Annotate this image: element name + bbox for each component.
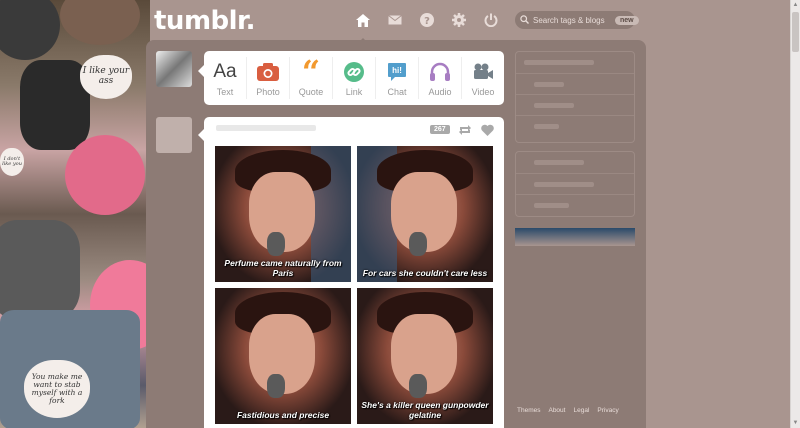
video-camera-icon bbox=[472, 60, 494, 84]
explore-menu-item[interactable] bbox=[516, 173, 634, 194]
svg-text:hi!: hi! bbox=[392, 66, 402, 75]
search-icon bbox=[520, 11, 529, 29]
blog-menu-header[interactable] bbox=[516, 52, 634, 73]
collage-photo bbox=[0, 220, 80, 320]
tumblr-logo[interactable]: tumblr. bbox=[154, 6, 256, 36]
footer-link-about[interactable]: About bbox=[548, 407, 565, 414]
post-type-link[interactable]: Link bbox=[333, 57, 376, 99]
dashboard-icon[interactable] bbox=[353, 10, 373, 30]
explore-menu-item[interactable] bbox=[516, 152, 634, 173]
microphone bbox=[409, 232, 427, 256]
footer-links: Themes About Legal Privacy bbox=[517, 407, 619, 414]
gif-caption: She's a killer queen gunpowder gelatine bbox=[361, 400, 489, 420]
radar-widget[interactable] bbox=[515, 228, 635, 246]
blog-menu-item[interactable] bbox=[516, 73, 634, 94]
blog-menu bbox=[515, 51, 635, 143]
camera-icon bbox=[257, 60, 279, 84]
microphone bbox=[267, 374, 285, 398]
collage-heart-note: I don't like you bbox=[0, 148, 24, 176]
post-type-bar: Aa Text Photo “ Quote Link hi! Chat Audi… bbox=[198, 51, 504, 105]
explore-menu-item[interactable] bbox=[516, 194, 634, 215]
help-icon[interactable]: ? bbox=[417, 10, 437, 30]
text-icon: Aa bbox=[213, 60, 237, 82]
notes-count[interactable]: 267 bbox=[430, 125, 450, 134]
dashboard-post: 267 Perfume came naturally from Paris Fo… bbox=[198, 117, 504, 428]
compose-tail bbox=[198, 65, 204, 77]
page-scrollbar[interactable]: ▲ ▼ bbox=[790, 0, 800, 428]
reblog-icon[interactable] bbox=[458, 123, 472, 141]
footer-link-privacy[interactable]: Privacy bbox=[597, 407, 618, 414]
gif-caption: For cars she couldn't care less bbox=[362, 267, 488, 278]
post-type-label: Photo bbox=[256, 86, 280, 97]
post-type-label: Video bbox=[471, 86, 495, 97]
gifset-image[interactable]: Fastidious and precise bbox=[215, 288, 351, 424]
settings-icon[interactable] bbox=[449, 10, 469, 30]
gifset-image[interactable]: For cars she couldn't care less bbox=[357, 146, 493, 282]
gif-caption: Perfume came naturally from Paris bbox=[224, 258, 342, 278]
post-type-text[interactable]: Aa Text bbox=[204, 57, 247, 99]
gif-caption: Fastidious and precise bbox=[236, 409, 330, 420]
collage-heart-note: I like your ass bbox=[80, 55, 132, 99]
scroll-down-arrow-icon[interactable]: ▼ bbox=[792, 419, 799, 427]
top-nav: ? bbox=[353, 10, 501, 44]
svg-text:?: ? bbox=[424, 16, 430, 27]
blog-menu-item[interactable] bbox=[516, 115, 634, 136]
scroll-up-arrow-icon[interactable]: ▲ bbox=[792, 1, 799, 9]
search-bar[interactable]: new bbox=[515, 11, 639, 29]
collage-flower bbox=[65, 135, 145, 215]
post-type-photo[interactable]: Photo bbox=[247, 57, 290, 99]
logout-icon[interactable] bbox=[481, 10, 501, 30]
link-icon bbox=[344, 60, 364, 84]
user-avatar[interactable] bbox=[156, 51, 192, 87]
new-badge: new bbox=[615, 15, 639, 25]
post-author-avatar[interactable] bbox=[156, 117, 192, 153]
collage-photo bbox=[60, 0, 140, 45]
like-heart-icon[interactable] bbox=[481, 123, 494, 141]
post-type-label: Chat bbox=[387, 86, 407, 97]
collage-photo bbox=[0, 0, 60, 60]
gifset-image[interactable]: She's a killer queen gunpowder gelatine bbox=[357, 288, 493, 424]
post-type-label: Audio bbox=[428, 86, 452, 97]
footer-link-legal[interactable]: Legal bbox=[573, 407, 589, 414]
post-type-chat[interactable]: hi! Chat bbox=[376, 57, 419, 99]
post-type-quote[interactable]: “ Quote bbox=[290, 52, 333, 99]
post-type-label: Text bbox=[216, 86, 234, 97]
gifset-image[interactable]: Perfume came naturally from Paris bbox=[215, 146, 351, 282]
messages-icon[interactable] bbox=[385, 10, 405, 30]
quote-icon: “ bbox=[301, 52, 321, 91]
scrollbar-thumb[interactable] bbox=[792, 12, 799, 52]
post-type-label: Link bbox=[345, 86, 363, 97]
post-type-audio[interactable]: Audio bbox=[419, 57, 462, 99]
explore-menu bbox=[515, 151, 635, 217]
microphone bbox=[267, 232, 285, 256]
post-type-video[interactable]: Video bbox=[462, 57, 504, 99]
post-meta-blurred bbox=[216, 125, 316, 131]
post-tail bbox=[198, 129, 204, 141]
background-collage: I like your ass I don't like you You mak… bbox=[0, 0, 150, 428]
microphone bbox=[409, 374, 427, 398]
chat-icon: hi! bbox=[387, 60, 407, 84]
search-input[interactable] bbox=[533, 15, 615, 25]
footer-link-themes[interactable]: Themes bbox=[517, 407, 540, 414]
post-type-label: Quote bbox=[298, 86, 324, 97]
blog-menu-item[interactable] bbox=[516, 94, 634, 115]
headphones-icon bbox=[429, 60, 451, 84]
collage-heart-note: You make me want to stab myself with a f… bbox=[24, 360, 90, 418]
